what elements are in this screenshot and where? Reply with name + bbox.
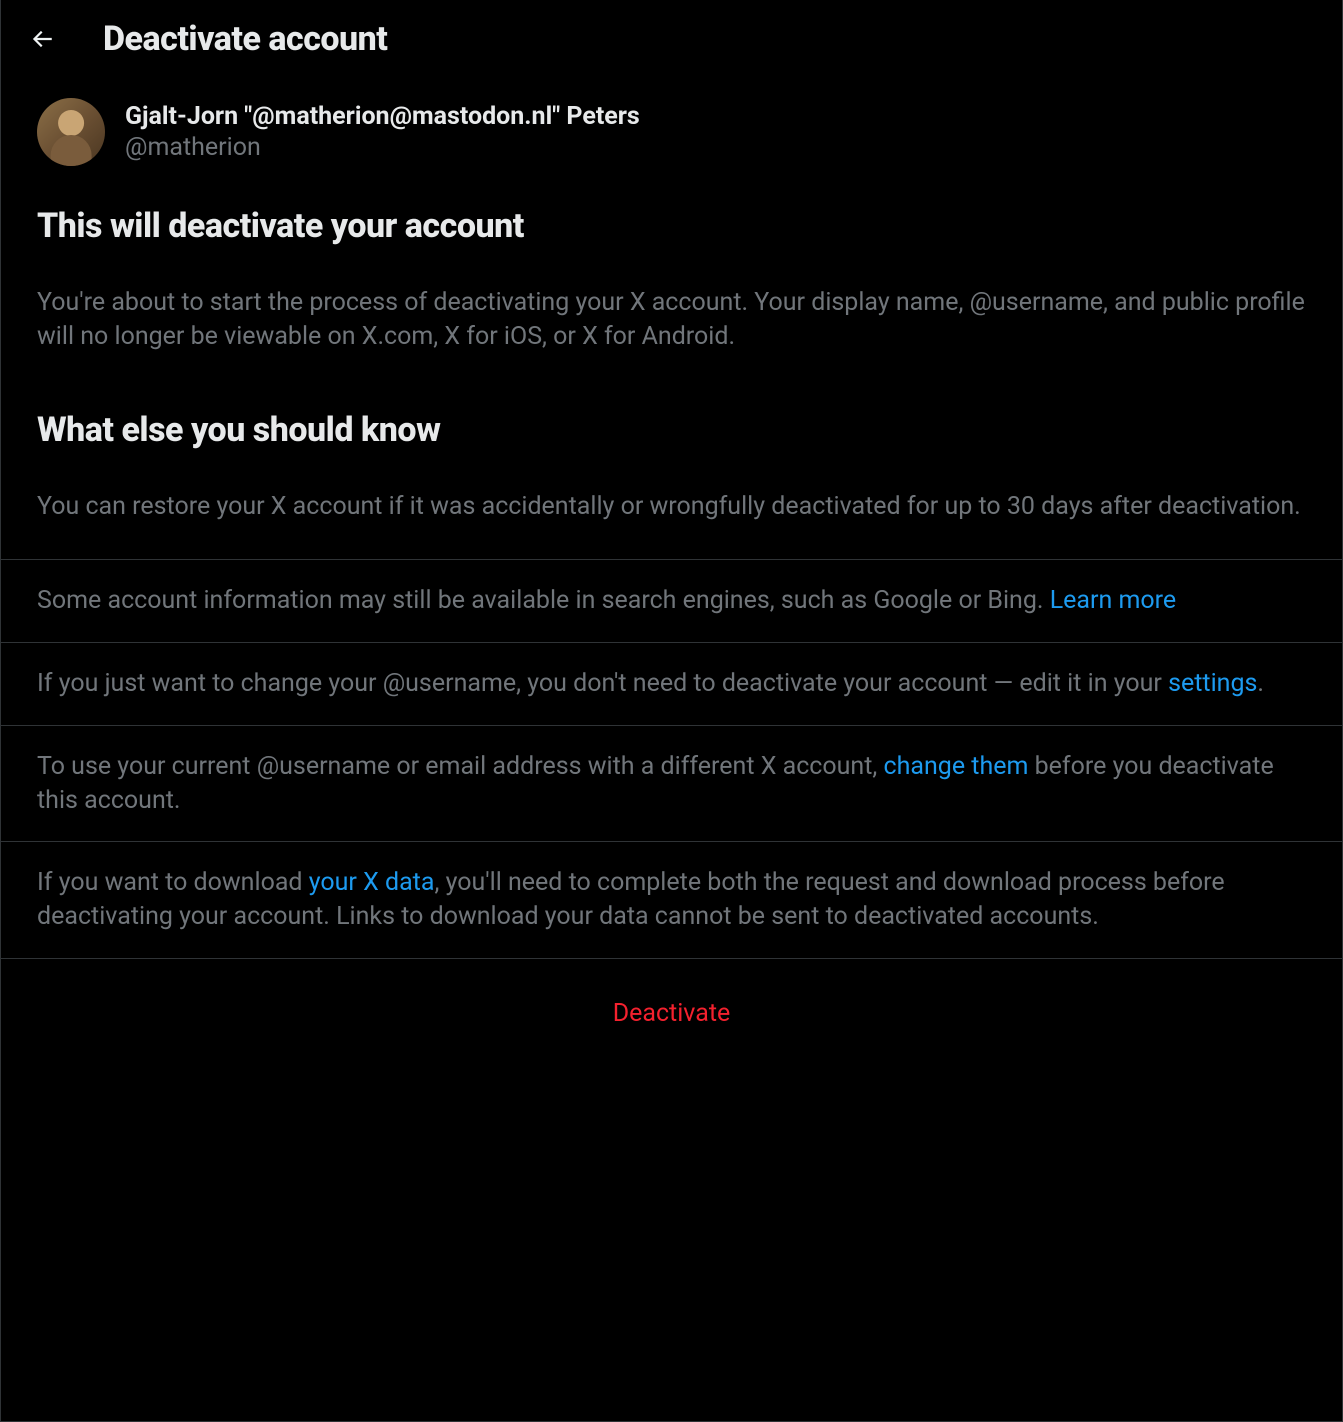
section-heading-1: This will deactivate your account — [37, 206, 1306, 246]
username: @matherion — [125, 133, 640, 162]
info-text-1: Some account information may still be av… — [37, 586, 1050, 615]
avatar — [37, 98, 105, 166]
settings-link[interactable]: settings — [1168, 669, 1257, 698]
info-row-change-them: To use your current @username or email a… — [1, 725, 1342, 842]
learn-more-link[interactable]: Learn more — [1050, 586, 1176, 615]
info-text-4-before: If you want to download — [37, 868, 309, 897]
back-button[interactable] — [21, 18, 63, 60]
section-text-2: You can restore your X account if it was… — [37, 490, 1306, 524]
section-text-1: You're about to start the process of dea… — [37, 286, 1306, 354]
user-section[interactable]: Gjalt-Jorn "@matherion@mastodon.nl" Pete… — [1, 78, 1342, 186]
info-row-download-data: If you want to download your X data, you… — [1, 841, 1342, 958]
section-what-else: What else you should know You can restor… — [1, 390, 1342, 560]
display-name: Gjalt-Jorn "@matherion@mastodon.nl" Pete… — [125, 102, 640, 131]
info-text-2-before: If you just want to change your @usernam… — [37, 669, 1168, 698]
arrow-left-icon — [29, 26, 55, 52]
user-info: Gjalt-Jorn "@matherion@mastodon.nl" Pete… — [125, 102, 640, 162]
deactivate-button[interactable]: Deactivate — [613, 999, 731, 1028]
info-row-search-engines: Some account information may still be av… — [1, 559, 1342, 642]
section-heading-2: What else you should know — [37, 410, 1306, 450]
section-deactivate-warning: This will deactivate your account You're… — [1, 186, 1342, 390]
info-text-3-before: To use your current @username or email a… — [37, 752, 884, 781]
page-title: Deactivate account — [103, 19, 387, 59]
deactivate-account-page: Deactivate account Gjalt-Jorn "@matherio… — [0, 0, 1343, 1422]
page-header: Deactivate account — [1, 0, 1342, 78]
deactivate-row: Deactivate — [1, 958, 1342, 1068]
change-them-link[interactable]: change them — [884, 752, 1029, 781]
info-text-2-after: . — [1257, 669, 1264, 698]
info-row-username-change: If you just want to change your @usernam… — [1, 642, 1342, 725]
your-x-data-link[interactable]: your X data — [309, 868, 435, 897]
